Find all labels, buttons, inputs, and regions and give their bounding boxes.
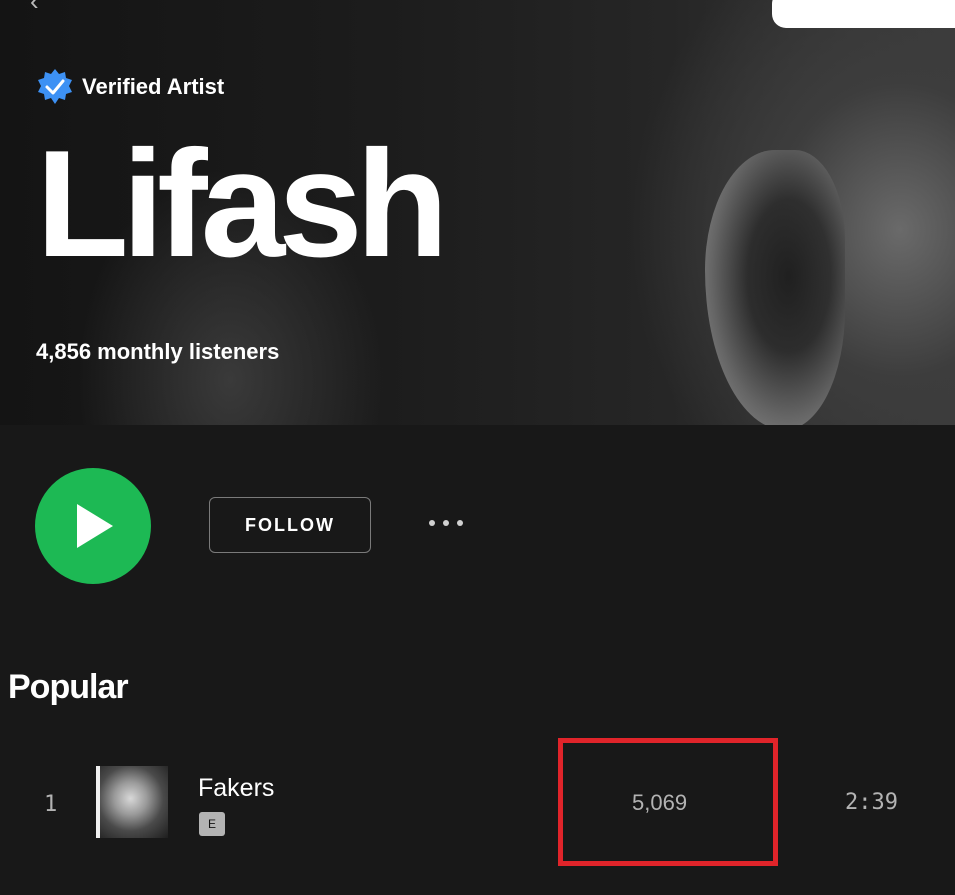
artist-header: ‹ Verified Artist Lifash 4,856 monthly l…	[0, 0, 955, 425]
header-image	[705, 150, 845, 425]
artist-name: Lifash	[36, 119, 449, 289]
play-button[interactable]	[35, 468, 151, 584]
play-icon	[77, 504, 113, 548]
track-row[interactable]: 1 Fakers E 5,069 2:39	[0, 750, 955, 850]
back-arrow-icon[interactable]: ‹	[30, 0, 39, 17]
verified-badge-row: Verified Artist	[36, 68, 224, 106]
highlight-annotation	[558, 738, 778, 866]
track-duration: 2:39	[845, 790, 898, 815]
verified-label: Verified Artist	[82, 74, 225, 99]
top-search-bar[interactable]	[772, 0, 955, 28]
more-options-icon[interactable]	[420, 508, 472, 538]
verified-icon	[36, 68, 74, 106]
follow-button[interactable]: FOLLOW	[209, 497, 371, 553]
section-title-popular: Popular	[8, 668, 129, 706]
track-cover-art	[96, 766, 168, 838]
explicit-badge: E	[199, 812, 225, 836]
monthly-listeners: 4,856 monthly listeners	[36, 339, 280, 364]
track-title[interactable]: Fakers	[198, 774, 274, 803]
track-index: 1	[44, 792, 58, 817]
